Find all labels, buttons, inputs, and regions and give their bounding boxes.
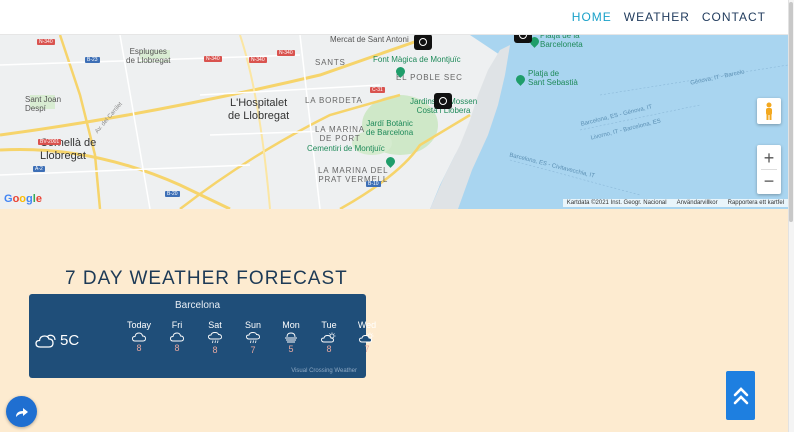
google-logo-letter: G [4, 193, 13, 205]
map-report-error-link[interactable]: Rapportera ett kartfel [728, 200, 784, 206]
nav-links: HOME WEATHER CONTACT [572, 10, 766, 24]
page-scrollbar[interactable] [788, 0, 794, 432]
nav-contact-link[interactable]: CONTACT [702, 10, 766, 24]
map-footer: Kartdata ©2021 Inst. Geogr. Nacional Anv… [562, 199, 788, 207]
zoom-control: + − [757, 145, 781, 194]
road-badge-n340: N-340 [249, 57, 267, 63]
road-badge-n340: N-340 [277, 50, 295, 56]
road-badge-a2: A-2 [33, 166, 45, 172]
forecast-day: Sat 8 [196, 320, 234, 355]
road-badge-bv2001: BV-2001 [38, 139, 62, 145]
day-name: Fri [171, 320, 183, 330]
day-temperature: 8 [326, 344, 332, 354]
map-label-marina-port: LA MARINA DE PORT [315, 125, 365, 144]
day-name: Sat [208, 320, 222, 330]
current-weather: 5C [35, 332, 79, 349]
google-logo-letter: g [26, 193, 33, 205]
day-name: Tue [321, 320, 337, 330]
forecast-day: Tue 8 [310, 320, 348, 355]
cloud-icon [170, 332, 184, 342]
zoom-out-button[interactable]: − [764, 170, 775, 192]
forecast-day: Today 8 [120, 320, 158, 355]
sun-cloud-icon [359, 332, 374, 343]
map-label-platja-sebastia: Platja de Sant Sebastià [528, 69, 578, 88]
forecast-day: Wed 7 [348, 320, 386, 355]
current-temperature: 5C [60, 332, 80, 349]
widget-credit-link[interactable]: Visual Crossing Weather [291, 368, 357, 374]
widget-location: Barcelona [174, 300, 221, 311]
map-label-hospitalet: L'Hospitalet de Llobregat [228, 97, 290, 122]
map-label-poble-sec: EL POBLE SEC [396, 73, 463, 82]
share-button[interactable] [6, 396, 37, 427]
rain-cloud-icon [246, 332, 260, 344]
cloud-icon [132, 332, 146, 342]
day-temperature: 7 [250, 345, 256, 355]
sun-cloud-icon [321, 332, 336, 343]
share-arrow-icon [15, 407, 28, 417]
nav-home-link[interactable]: HOME [572, 10, 612, 24]
day-temperature: 8 [174, 343, 180, 353]
map-terms-link[interactable]: Användarvillkor [677, 200, 718, 206]
map-data-attribution: Kartdata ©2021 Inst. Geogr. Nacional [566, 200, 667, 206]
google-logo-letter: e [35, 193, 42, 205]
map-label-bordeta: LA BORDETA [305, 96, 363, 105]
day-name: Wed [357, 320, 377, 330]
forecast-day: Sun 7 [234, 320, 272, 355]
map-label-mercat: Mercat de Sant Antoni [330, 35, 409, 44]
camera-marker-icon[interactable] [434, 93, 452, 109]
day-name: Today [126, 320, 152, 330]
rain-cloud-icon [208, 332, 222, 344]
back-to-top-button[interactable] [726, 371, 755, 420]
forecast-days: Today 8 Fri 8 Sat 8 Sun 7 Mon 5 Tue 8 We… [120, 320, 386, 355]
day-name: Mon [282, 320, 300, 330]
google-logo: Google [4, 193, 42, 205]
scrollbar-thumb[interactable] [789, 2, 793, 222]
road-badge-n340: N-340 [37, 39, 55, 45]
double-chevron-up-icon [733, 386, 748, 404]
day-temperature: 5 [288, 344, 294, 354]
forecast-day: Mon 5 [272, 320, 310, 355]
map-label-cementiri: Cementiri de Montjuïc [307, 144, 385, 153]
cloudy-icon [35, 334, 56, 348]
forecast-day: Fri 8 [158, 320, 196, 355]
road-badge-b10: B-10 [366, 181, 381, 187]
day-name: Sun [244, 320, 261, 330]
street-view-pegman-icon[interactable] [757, 98, 781, 124]
weather-widget: Barcelona 5C Today 8 Fri 8 Sat 8 Sun 7 M… [29, 294, 376, 378]
google-map[interactable]: Mercat de Sant Antoni Esplugues de Llobr… [0, 35, 788, 209]
road-badge-c31: C-31 [370, 87, 385, 93]
day-temperature: 7 [364, 344, 370, 354]
fog-icon [285, 332, 297, 343]
map-label-sant-joan: Sant Joan Despí [25, 95, 62, 114]
camera-marker-icon[interactable] [414, 35, 432, 50]
map-label-platja-barceloneta: Platja de la Barceloneta [540, 35, 583, 50]
day-temperature: 8 [212, 345, 218, 355]
zoom-in-button[interactable]: + [764, 147, 775, 169]
map-label-font-magica: Font Màgica de Montjuïc [373, 55, 461, 64]
map-label-jardi-botanic: Jardí Botànic de Barcelona [366, 119, 414, 138]
road-badge-b20: B-20 [165, 191, 180, 197]
nav-weather-link[interactable]: WEATHER [624, 10, 690, 24]
map-label-esplugues: Esplugues de Llobregat [126, 47, 171, 66]
map-label-sants: SANTS [315, 58, 346, 67]
top-navigation: HOME WEATHER CONTACT [0, 0, 788, 35]
camera-marker-icon[interactable] [514, 35, 532, 43]
forecast-title: 7 DAY WEATHER FORECAST [65, 268, 348, 289]
day-temperature: 8 [136, 343, 142, 353]
road-badge-b23: B-23 [85, 57, 100, 63]
road-badge-n340: N-340 [204, 56, 222, 62]
